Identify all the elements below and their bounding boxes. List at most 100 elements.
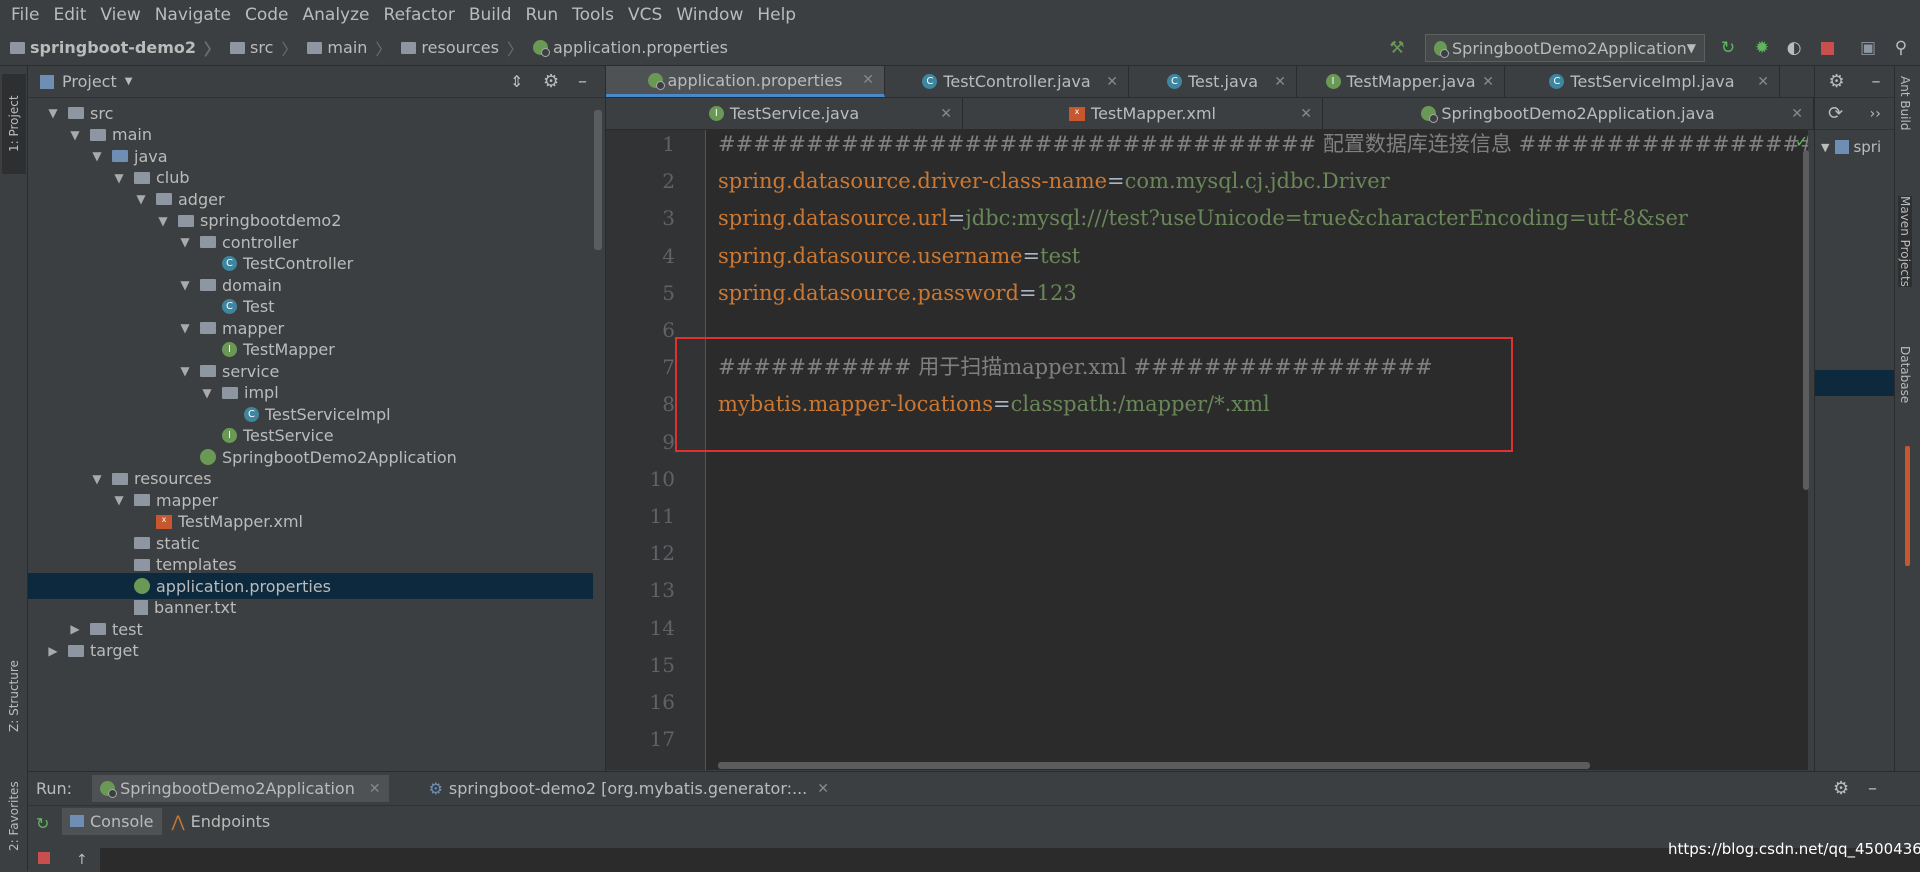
search-icon[interactable]: ⚲ [1890,37,1912,59]
minimize-icon[interactable]: – [1868,778,1877,799]
debug-bug-icon[interactable]: ✹ [1751,37,1773,59]
close-icon[interactable]: ✕ [862,72,874,88]
editor-vertical-scrollbar[interactable] [1803,150,1809,490]
menu-window[interactable]: Window [669,0,750,30]
tree-node-label: static [156,533,200,553]
chevron-down-icon[interactable]: ▼ [178,235,192,249]
gear-icon[interactable]: ⚙ [1833,778,1849,799]
code-line[interactable]: spring.datasource.driver-class-name=com.… [718,163,1390,200]
chevron-right-icon[interactable]: ▶ [68,622,82,636]
close-icon[interactable]: ✕ [817,781,829,797]
chevron-down-icon[interactable]: ▼ [134,192,148,206]
tab-testmapper-xml[interactable]: x TestMapper.xml ✕ [963,98,1323,129]
stop-icon[interactable] [1816,37,1838,59]
menu-help[interactable]: Help [750,0,803,30]
chevron-down-icon[interactable]: ▼ [68,128,82,142]
code-line[interactable]: spring.datasource.url=jdbc:mysql:///test… [718,200,1688,237]
maven-project-root[interactable]: ▼ spri [1821,138,1881,156]
menu-file[interactable]: File [4,0,46,30]
tab-springbootdemo2application-java[interactable]: SpringbootDemo2Application.java ✕ [1323,98,1814,129]
favorites-tool-tab[interactable]: 2: Favorites [2,766,26,866]
more-icon[interactable]: ›› [1870,106,1881,122]
close-icon[interactable]: ✕ [369,781,381,797]
tab-testmapper-java[interactable]: I TestMapper.java ✕ [1297,66,1505,97]
close-icon[interactable]: ✕ [1757,74,1769,90]
rerun-icon[interactable]: ↻ [36,814,49,833]
menu-navigate[interactable]: Navigate [148,0,238,30]
menu-analyze[interactable]: Analyze [296,0,377,30]
endpoints-tab[interactable]: ⋀ Endpoints [172,812,271,831]
ant-build-tab[interactable]: Ant Build [1898,76,1912,130]
menu-refactor[interactable]: Refactor [377,0,462,30]
project-panel-title[interactable]: Project [62,72,117,91]
breadcrumb-project[interactable]: springboot-demo2 〉 [10,36,220,60]
close-icon[interactable]: ✕ [1791,106,1803,122]
tab-test-java[interactable]: C Test.java ✕ [1129,66,1297,97]
chevron-down-icon[interactable]: ▼ [200,386,214,400]
tab-testservice-java[interactable]: I TestService.java ✕ [606,98,963,129]
menu-edit[interactable]: Edit [46,0,93,30]
watermark: https://blog.csdn.net/qq_45004361 [1668,840,1920,858]
breadcrumb-src[interactable]: src 〉 [230,36,297,60]
code-line[interactable]: spring.datasource.password=123 [718,275,1077,312]
run-configuration-select[interactable]: SpringbootDemo2Application ▼ [1425,34,1705,62]
tab-testcontroller-java[interactable]: C TestController.java ✕ [885,66,1129,97]
breadcrumb-file[interactable]: application.properties [532,38,728,57]
menu-code[interactable]: Code [238,0,296,30]
project-tool-tab[interactable]: 1: Project [2,74,26,174]
chevron-right-icon[interactable]: ▶ [46,644,60,658]
close-icon[interactable]: ✕ [1274,74,1286,90]
chevron-down-icon[interactable]: ▼ [90,472,104,486]
close-icon[interactable]: ✕ [1482,74,1494,90]
code-line[interactable]: ################################## 配置数据库… [718,130,1808,163]
console-output[interactable] [100,848,1920,872]
maven-projects-tab[interactable]: Maven Projects [1898,196,1912,287]
menu-run[interactable]: Run [519,0,566,30]
editor-horizontal-scrollbar[interactable] [718,762,1590,769]
minimize-icon[interactable]: – [1872,71,1881,92]
chevron-down-icon[interactable]: ▼ [125,76,133,87]
maven-selected-row[interactable] [1815,370,1895,396]
chevron-down-icon[interactable]: ▼ [178,364,192,378]
tree-node-target[interactable]: ▶ target [28,638,139,664]
folder-icon [230,41,246,54]
chevron-down-icon[interactable]: ▼ [46,106,60,120]
chevron-down-icon[interactable]: ▼ [156,214,170,228]
menu-vcs[interactable]: VCS [621,0,669,30]
refresh-icon[interactable]: ⟳ [1828,103,1843,124]
arrow-up-icon[interactable]: ↑ [76,852,88,868]
chevron-down-icon[interactable]: ▼ [112,493,126,507]
coverage-icon[interactable]: ◐ [1783,37,1805,59]
gear-icon[interactable]: ⚙ [543,71,559,92]
chevron-down-icon[interactable]: ▼ [90,149,104,163]
chevron-down-icon[interactable]: ▼ [178,321,192,335]
collapse-all-icon[interactable]: ⇕ [510,72,523,91]
close-icon[interactable]: ✕ [940,106,952,122]
structure-tool-tab[interactable]: Z: Structure [2,646,26,746]
code-line[interactable]: spring.datasource.username=test [718,238,1080,275]
close-icon[interactable]: ✕ [1300,106,1312,122]
close-icon[interactable]: ✕ [1106,74,1118,90]
tree-scrollbar[interactable] [594,110,602,250]
rerun-icon[interactable]: ↻ [1717,37,1739,59]
menu-tools[interactable]: Tools [565,0,621,30]
menu-view[interactable]: View [93,0,147,30]
inspection-ok-icon: ✓ [1795,132,1809,151]
database-tab[interactable]: Database [1898,346,1912,403]
breadcrumb-main[interactable]: main 〉 [307,36,391,60]
tab-application-properties[interactable]: application.properties ✕ [606,66,885,97]
stop-icon[interactable] [38,852,50,864]
tab-testserviceimpl-java[interactable]: C TestServiceImpl.java ✕ [1505,66,1780,97]
chevron-down-icon[interactable]: ▼ [178,278,192,292]
project-structure-icon[interactable]: ▣ [1857,37,1879,59]
console-tab[interactable]: Console [62,807,162,835]
minimize-icon[interactable]: – [578,71,587,92]
menu-build[interactable]: Build [462,0,519,30]
tree-node-label: target [90,641,139,660]
run-tab-spring-app[interactable]: SpringbootDemo2Application ✕ [92,775,389,802]
gear-icon[interactable]: ⚙ [1828,71,1844,92]
breadcrumb-resources[interactable]: resources 〉 [401,36,523,60]
chevron-down-icon[interactable]: ▼ [112,171,126,185]
build-hammer-icon[interactable]: ⚒ [1386,37,1408,59]
run-tab-mybatis-generator[interactable]: ⚙ springboot-demo2 [org.mybatis.generato… [429,779,829,798]
